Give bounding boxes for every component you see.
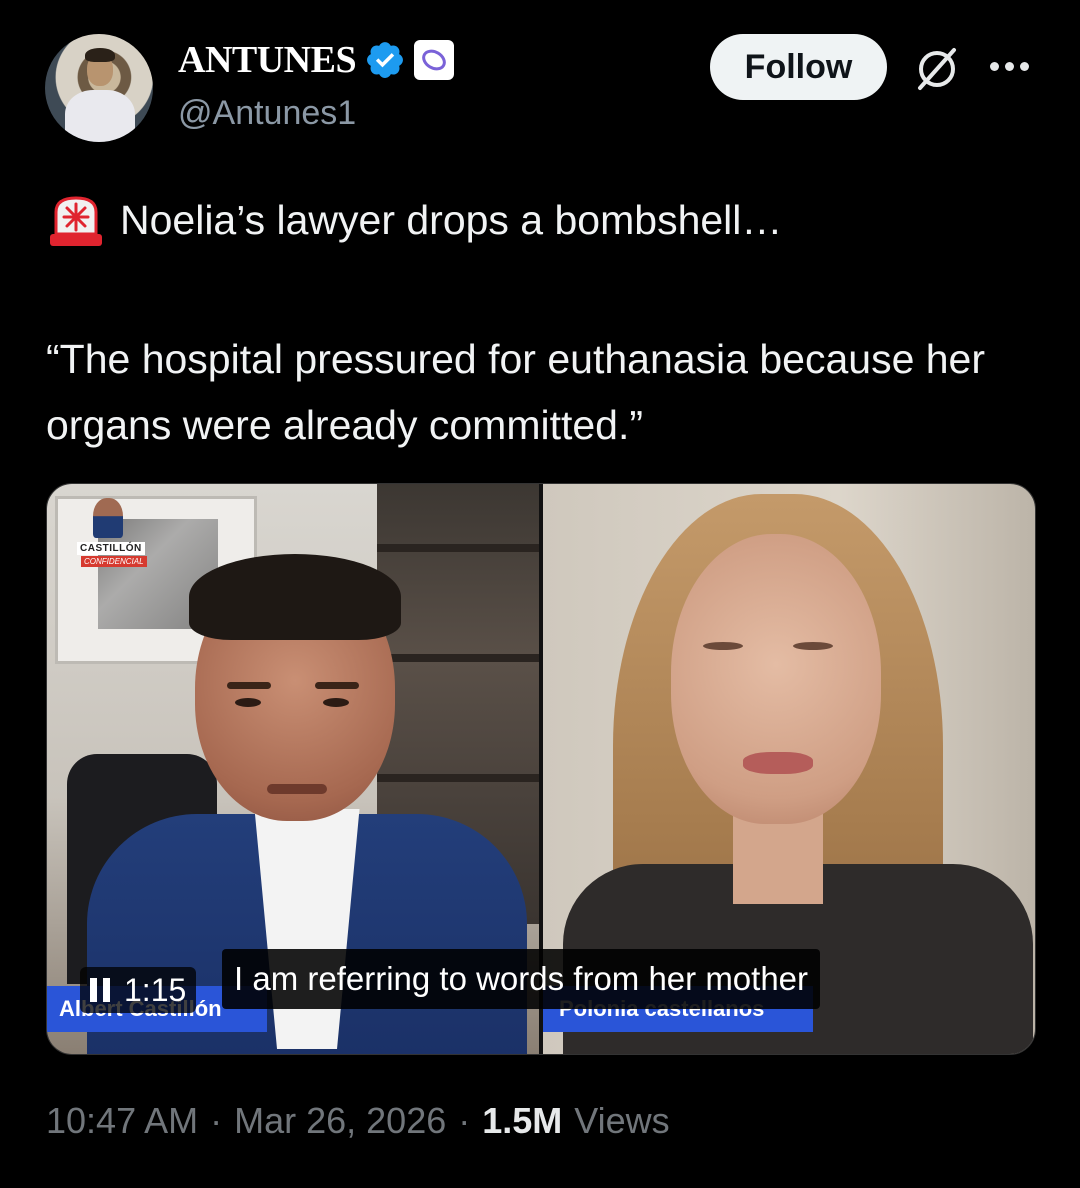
tweet-date[interactable]: Mar 26, 2026 (234, 1100, 446, 1142)
channel-logo: CASTILLÓN CONFIDENCIAL (75, 498, 147, 568)
author-name-row: ANTUNES (178, 38, 455, 82)
meta-separator: · (458, 1100, 471, 1141)
tweet-meta: 10:47 AM · Mar 26, 2026 · 1.5M Views (46, 1100, 670, 1142)
woman-face (671, 534, 881, 824)
author-handle[interactable]: @Antunes1 (178, 94, 356, 133)
siren-icon (50, 196, 102, 246)
video-subtitle: I am referring to words from her mother (222, 949, 821, 1009)
tweet-first-line: Noelia’s lawyer drops a bombshell… (48, 194, 782, 248)
logo-line2: CONFIDENCIAL (81, 556, 147, 567)
follow-button[interactable]: Follow (710, 34, 887, 100)
player-controls[interactable]: 1:15 (80, 967, 197, 1013)
affiliation-icon[interactable] (414, 40, 455, 80)
avatar-shirt (65, 90, 135, 142)
tweet-time[interactable]: 10:47 AM (46, 1100, 198, 1142)
author-display-name[interactable]: ANTUNES (178, 38, 357, 82)
meta-separator: · (210, 1100, 223, 1141)
avatar-hair (85, 48, 115, 62)
tweet-text-line1: Noelia’s lawyer drops a bombshell… (120, 197, 783, 244)
logo-line1: CASTILLÓN (77, 542, 145, 555)
views-count[interactable]: 1.5M (482, 1100, 562, 1142)
pause-icon[interactable] (90, 978, 112, 1002)
more-options-icon[interactable] (990, 54, 1032, 78)
video-player[interactable]: CASTILLÓN CONFIDENCIAL Albert Castillón … (46, 483, 1036, 1055)
grok-icon[interactable] (912, 44, 962, 94)
logo-person-icon (93, 498, 123, 538)
tweet-quote: “The hospital pressured for euthanasia b… (46, 336, 986, 448)
video-timer: 1:15 (124, 971, 187, 1008)
man-hair (189, 554, 401, 640)
views-label: Views (574, 1100, 670, 1141)
verified-badge-icon (367, 42, 404, 78)
ring-icon (422, 49, 446, 71)
author-avatar[interactable] (45, 34, 153, 142)
